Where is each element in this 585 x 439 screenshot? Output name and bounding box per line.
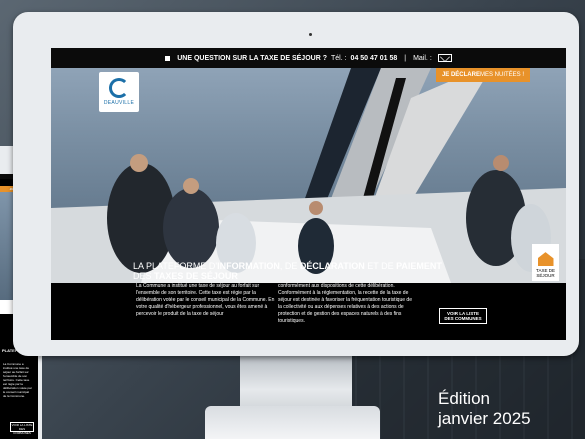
- edition-line2: janvier 2025: [438, 409, 531, 428]
- edition-caption: Édition janvier 2025: [438, 389, 531, 429]
- badge-line2: SÉJOUR: [536, 273, 555, 279]
- phone-body-text: La Commune a institué une taxe de séjour…: [3, 362, 32, 398]
- mail-icon[interactable]: [437, 54, 452, 62]
- camera-dot: [309, 33, 312, 36]
- headline-bold: DÉCLARATION: [299, 261, 365, 271]
- list-button-line2: DES COMMUNES: [444, 316, 482, 321]
- website-screen: UNE QUESTION SUR LA TAXE DE SÉJOUR ? Tél…: [51, 48, 566, 340]
- tel-label: Tél. :: [330, 54, 347, 62]
- platform-headline: LA PLATEFORME D'INFORMATION, DE DÉCLARAT…: [133, 261, 442, 281]
- logo-mark-icon: [109, 78, 129, 98]
- declare-bold: JE DÉCLARE: [441, 72, 480, 78]
- monitor-stand-base: [205, 406, 380, 439]
- hero-sailing-photo: DEAUVILLE JE DÉCLARE MES NUITÉES !: [51, 68, 566, 283]
- headline-part: DES: [133, 271, 155, 281]
- body-text-column-1: La Commune a institué une taxe de séjour…: [136, 283, 275, 317]
- monitor-frame: UNE QUESTION SUR LA TAXE DE SÉJOUR ? Tél…: [13, 12, 579, 356]
- body-text-column-2: conformément aux dispositions de cette d…: [278, 283, 412, 324]
- headline-bold: TAXES DE SÉJOUR: [154, 271, 238, 281]
- taxe-sejour-badge[interactable]: TAXE DE SÉJOUR: [532, 244, 559, 281]
- top-info-bar: UNE QUESTION SUR LA TAXE DE SÉJOUR ? Tél…: [51, 48, 566, 68]
- separator: |: [404, 54, 407, 62]
- phone-list-button[interactable]: VOIR LA LISTE DES COMMUNES: [10, 422, 34, 435]
- declare-light: MES NUITÉES !: [479, 72, 524, 78]
- question-text: UNE QUESTION SUR LA TAXE DE SÉJOUR ?: [177, 54, 327, 62]
- tel-number-link[interactable]: 04 50 47 01 58: [351, 55, 398, 62]
- headline-bold: INFORMATION: [217, 261, 280, 271]
- deauville-logo[interactable]: DEAUVILLE: [99, 72, 139, 112]
- list-communes-button[interactable]: VOIR LA LISTE DES COMMUNES: [439, 308, 487, 324]
- headline-bold: PAIEMENT: [396, 261, 442, 271]
- declare-nights-button[interactable]: JE DÉCLARE MES NUITÉES !: [435, 68, 530, 82]
- mail-label: Mail. :: [413, 54, 432, 62]
- headline-part: ET DE: [364, 261, 397, 271]
- monitor-stand-neck: [240, 356, 352, 412]
- edition-line1: Édition: [438, 389, 490, 408]
- logo-text: DEAUVILLE: [103, 100, 135, 106]
- headline-part: LA PLATEFORME D': [133, 261, 218, 271]
- headline-part: , DE: [279, 261, 300, 271]
- square-bullet-icon: [165, 55, 171, 61]
- house-icon: [537, 252, 554, 267]
